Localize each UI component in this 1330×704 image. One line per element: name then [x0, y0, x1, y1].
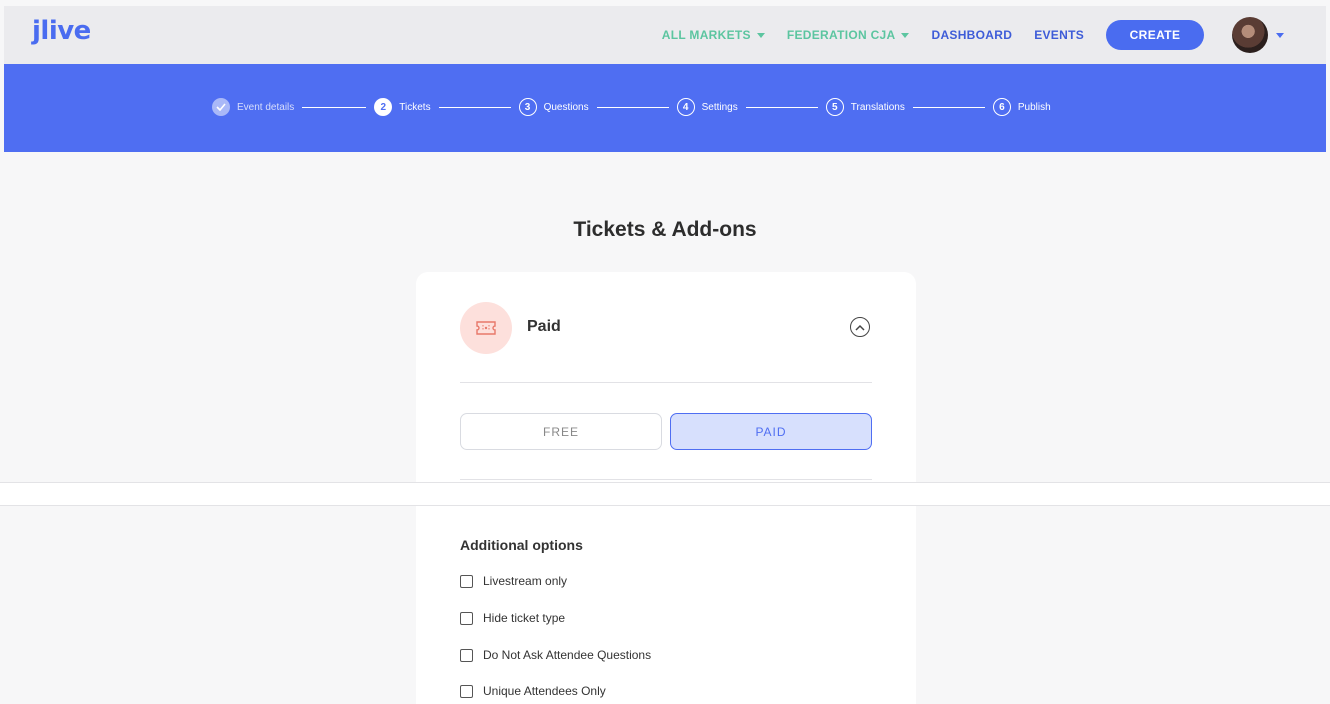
ticket-card: Paid FREE PAID: [416, 272, 916, 482]
federation-dropdown[interactable]: FEDERATION CJA: [787, 28, 910, 42]
livestream-only-option[interactable]: Livestream only: [460, 574, 567, 588]
unique-attendees-checkbox[interactable]: [460, 684, 473, 698]
step-connector: [912, 106, 985, 108]
hide-ticket-type-option[interactable]: Hide ticket type: [460, 611, 565, 625]
step-label: Settings: [701, 101, 738, 113]
top-navbar: jlive ALL MARKETS FEDERATION CJA DASHBOA…: [4, 6, 1326, 64]
paid-toggle-button[interactable]: PAID: [670, 413, 872, 450]
option-label: Livestream only: [483, 574, 568, 588]
step-number: 3: [518, 98, 537, 116]
step-event-details[interactable]: Event details: [212, 98, 294, 116]
step-connector: [438, 106, 511, 108]
unique-attendees-option[interactable]: Unique Attendees Only: [460, 684, 606, 698]
federation-label: FEDERATION CJA: [786, 28, 896, 42]
step-check-icon: [212, 98, 230, 116]
option-label: Do Not Ask Attendee Questions: [483, 648, 652, 662]
create-button[interactable]: CREATE: [1106, 20, 1204, 50]
all-markets-dropdown[interactable]: ALL MARKETS: [662, 28, 765, 42]
additional-options-section: Additional options Livestream only Hide …: [416, 506, 916, 704]
livestream-only-checkbox[interactable]: [460, 574, 473, 588]
step-label: Publish: [1017, 101, 1051, 113]
step-questions[interactable]: 3 Questions: [518, 98, 589, 116]
step-label: Questions: [543, 101, 589, 113]
step-label: Event details: [237, 101, 295, 113]
step-publish[interactable]: 6 Publish: [992, 98, 1051, 116]
avatar-caret-down-icon[interactable]: [1276, 32, 1284, 38]
dashboard-link[interactable]: DASHBOARD: [931, 28, 1012, 42]
divider: [460, 479, 872, 480]
step-tickets[interactable]: 2 Tickets: [374, 98, 431, 116]
step-settings[interactable]: 4 Settings: [676, 98, 738, 116]
jlive-logo[interactable]: jlive: [32, 16, 91, 46]
step-number: 4: [676, 98, 695, 116]
option-label: Hide ticket type: [483, 611, 566, 625]
step-number: 5: [825, 98, 844, 116]
do-not-ask-questions-checkbox[interactable]: [460, 648, 473, 662]
step-connector: [596, 106, 669, 108]
hide-ticket-type-checkbox[interactable]: [460, 611, 473, 625]
caret-down-icon: [901, 32, 910, 38]
ticket-icon: [460, 302, 512, 354]
page-title: Tickets & Add-ons: [573, 218, 757, 241]
step-connector: [302, 106, 367, 108]
user-avatar[interactable]: [1232, 17, 1268, 53]
ticket-type-label: Paid: [527, 318, 561, 335]
section-separator: [0, 482, 1330, 506]
events-link[interactable]: EVENTS: [1034, 28, 1084, 42]
all-markets-label: ALL MARKETS: [661, 28, 751, 42]
free-toggle-button[interactable]: FREE: [460, 413, 662, 450]
step-number: 6: [992, 98, 1011, 116]
divider: [460, 382, 872, 383]
progress-stepper: Event details 2 Tickets 3 Questions 4 Se…: [4, 64, 1326, 152]
do-not-ask-questions-option[interactable]: Do Not Ask Attendee Questions: [460, 648, 651, 662]
chevron-up-icon[interactable]: [850, 317, 870, 337]
step-number: 2: [374, 98, 393, 116]
step-label: Translations: [850, 101, 905, 113]
main-nav: ALL MARKETS FEDERATION CJA DASHBOARD EVE…: [640, 6, 1326, 64]
step-translations[interactable]: 5 Translations: [825, 98, 905, 116]
caret-down-icon: [756, 32, 765, 38]
step-label: Tickets: [399, 101, 431, 113]
additional-options-title: Additional options: [460, 537, 583, 553]
step-connector: [745, 106, 818, 108]
option-label: Unique Attendees Only: [483, 684, 606, 698]
